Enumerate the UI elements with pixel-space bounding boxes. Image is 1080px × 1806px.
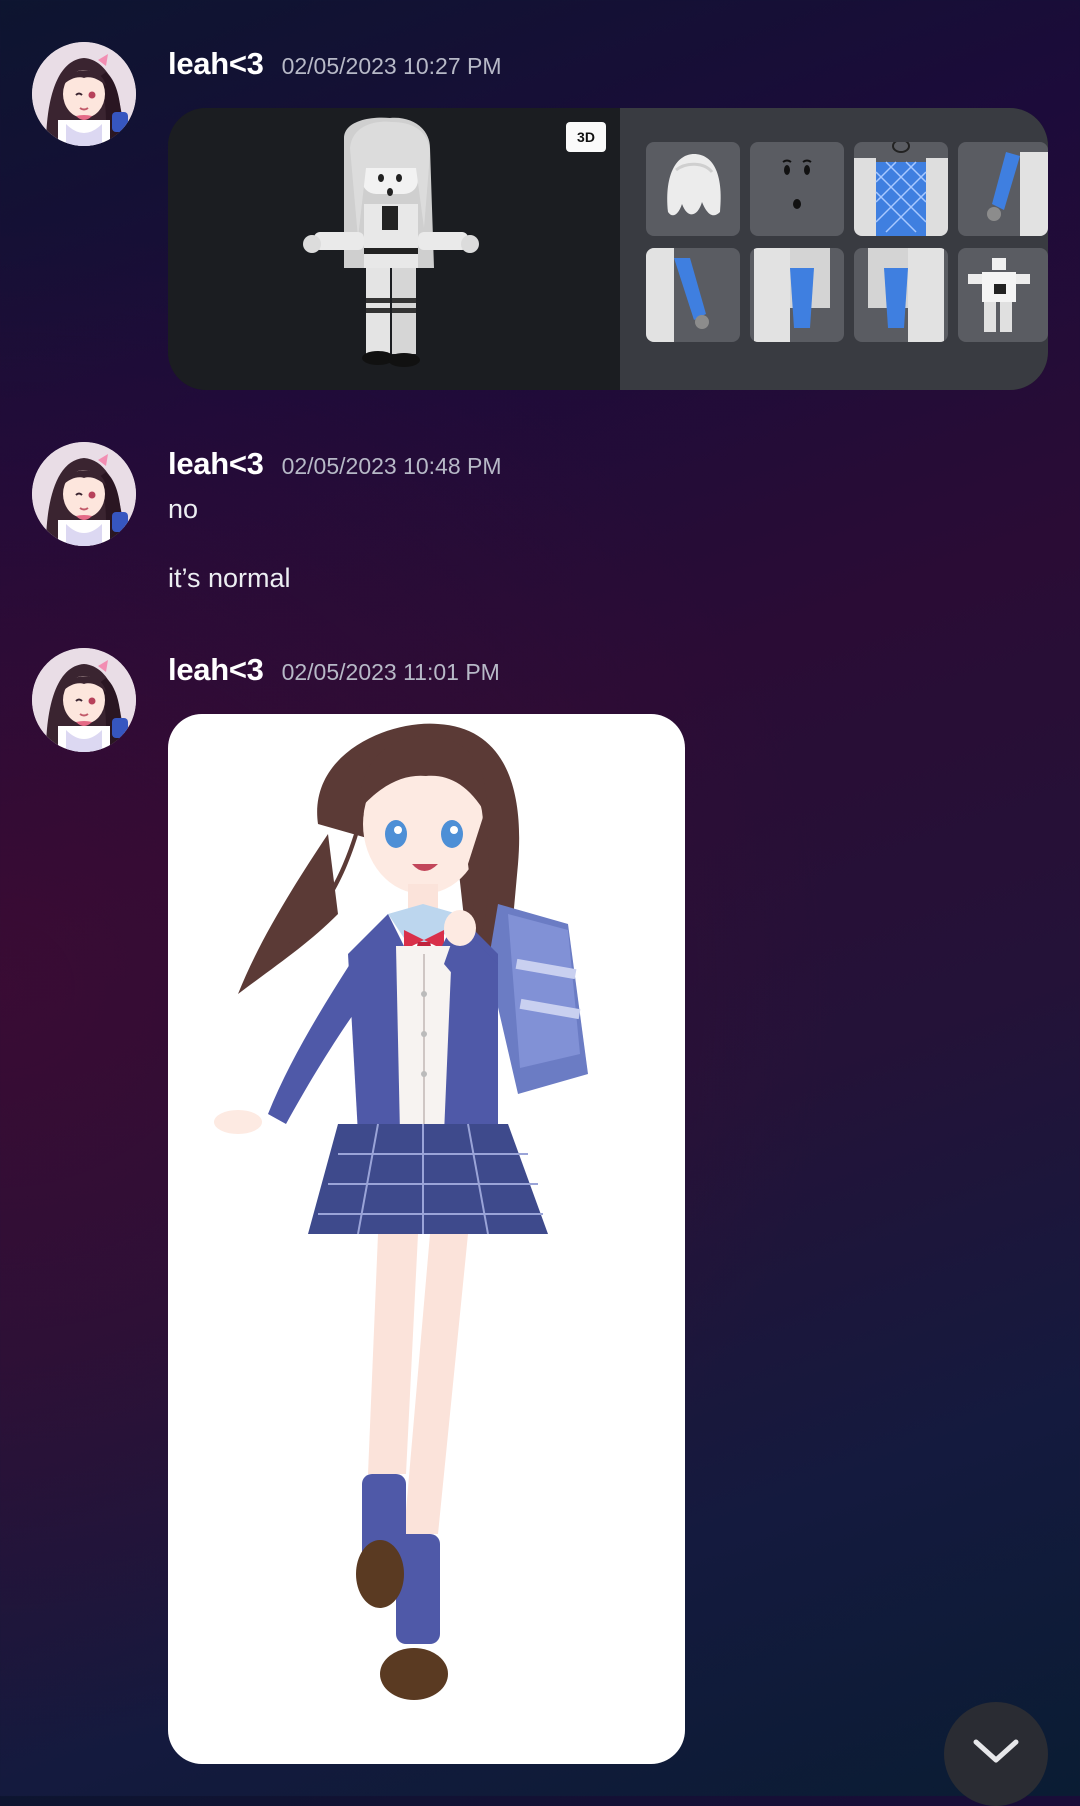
message-header: leah<3 02/05/2023 10:27 PM — [168, 46, 502, 82]
avatar[interactable] — [32, 648, 136, 752]
username[interactable]: leah<3 — [168, 652, 264, 687]
scroll-to-bottom-button[interactable] — [944, 1702, 1048, 1806]
timestamp: 02/05/2023 11:01 PM — [281, 659, 500, 685]
item-leg-left[interactable] — [750, 248, 844, 342]
timestamp: 02/05/2023 10:48 PM — [281, 453, 502, 479]
timestamp: 02/05/2023 10:27 PM — [281, 53, 502, 79]
username[interactable]: leah<3 — [168, 446, 264, 481]
item-hair[interactable] — [646, 142, 740, 236]
image-attachment[interactable] — [168, 714, 685, 1764]
avatar[interactable] — [32, 442, 136, 546]
avatar[interactable] — [32, 42, 136, 146]
3d-badge[interactable]: 3D — [566, 122, 606, 152]
message-text: it’s normal — [168, 563, 291, 593]
avatar-3d-preview[interactable]: 3D — [168, 108, 620, 390]
roblox-outfit-embed[interactable]: 3D — [168, 108, 1048, 390]
item-pants[interactable] — [958, 248, 1048, 342]
item-face[interactable] — [750, 142, 844, 236]
outfit-items-grid — [620, 108, 1048, 390]
message-text: no — [168, 494, 199, 524]
item-mesh-top[interactable] — [854, 142, 948, 236]
message-header: leah<3 02/05/2023 11:01 PM — [168, 652, 500, 688]
item-arm-left[interactable] — [646, 248, 740, 342]
item-leg-right[interactable] — [854, 248, 948, 342]
username[interactable]: leah<3 — [168, 46, 264, 81]
item-arm-right[interactable] — [958, 142, 1048, 236]
chevron-down-icon — [972, 1738, 1020, 1771]
message-header: leah<3 02/05/2023 10:48 PM — [168, 446, 502, 482]
